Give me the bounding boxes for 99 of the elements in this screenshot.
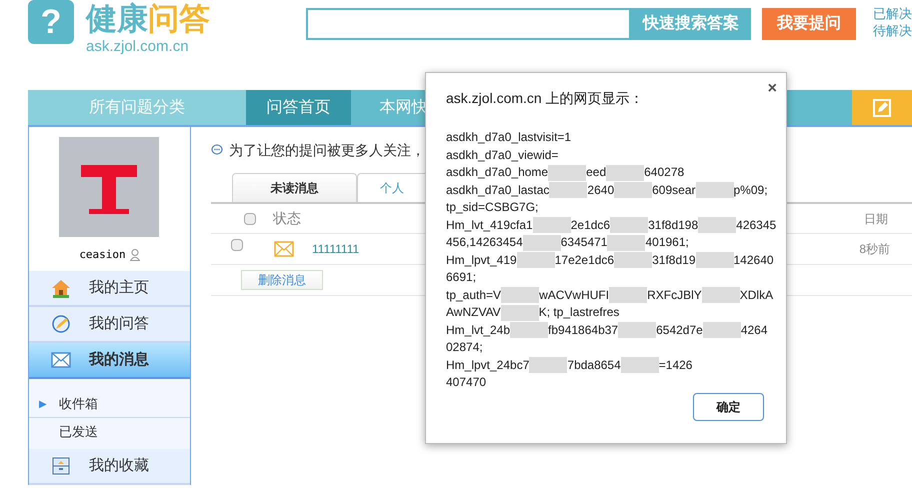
sidebar-label: 我的收藏 xyxy=(89,456,149,476)
close-button[interactable]: × xyxy=(768,81,777,97)
redaction-block xyxy=(696,252,734,268)
checkbox[interactable] xyxy=(244,212,256,224)
message-text: 426345 xyxy=(736,216,776,234)
submenu-item[interactable]: ▶ 收件箱 xyxy=(29,391,190,418)
message-text: 401961; xyxy=(645,234,689,251)
redaction-block xyxy=(614,252,652,268)
redaction-block xyxy=(614,182,652,198)
logo-url: ask.zjol.com.cn xyxy=(86,38,190,56)
message-text: Hm_lvt_419cfa1 xyxy=(446,216,533,234)
redaction-block xyxy=(522,234,561,251)
message-text: 609sear xyxy=(652,182,696,198)
message-text: 6542d7e xyxy=(656,322,703,338)
redaction-block xyxy=(702,287,740,304)
message-text: =1426 xyxy=(658,356,692,374)
ask-button[interactable]: 我要提问 xyxy=(762,8,856,40)
tip-text: 为了让您的提问被更多人关注， xyxy=(229,140,425,160)
redaction-block xyxy=(532,217,571,234)
message-title[interactable]: 11111111 xyxy=(312,240,360,258)
message-text: XDlkA xyxy=(740,286,774,304)
chat-bubble-icon xyxy=(211,144,223,156)
column-header: 日期 xyxy=(864,210,888,228)
redaction-block xyxy=(529,357,568,374)
logo-name: 健康 xyxy=(86,0,148,38)
user-icon xyxy=(130,249,140,261)
message-text: tp_sid=CSBG7G; xyxy=(446,199,538,216)
column-header: 状态 xyxy=(273,209,301,228)
message-text: Hm_lpvt_419 xyxy=(446,252,517,268)
sidebar-item[interactable]: 我的消息 xyxy=(29,343,190,379)
redaction-block xyxy=(516,252,555,268)
message-text: eed xyxy=(586,164,606,181)
redaction-block xyxy=(618,322,656,338)
delete-button[interactable]: 删除消息 xyxy=(241,270,323,290)
username: ceasion xyxy=(79,246,126,263)
logo-mark: ? xyxy=(28,0,74,44)
message-text: 17e2e1dc6 xyxy=(554,252,614,268)
sidebar-item[interactable]: 我的问答 xyxy=(29,307,190,343)
cabinet-icon xyxy=(51,456,71,476)
message-text: RXFcJBlY xyxy=(647,286,702,304)
message-text: 6345471 xyxy=(560,234,608,251)
sidebar-label: 我的主页 xyxy=(89,278,149,298)
envelope-icon xyxy=(51,352,71,368)
message-text: 31f8d198 xyxy=(648,216,698,234)
redaction-block xyxy=(702,322,741,338)
message-text: asdkh_d7a0_viewid= xyxy=(446,146,558,164)
date-cell-text: 8秒前 xyxy=(859,241,890,258)
message-text: tp_auth=V xyxy=(446,286,502,304)
message-text: 142640 xyxy=(734,252,774,268)
status-link[interactable]: 已解决 xyxy=(873,5,912,22)
sidebar-label: 我的消息 xyxy=(89,350,149,370)
checkbox[interactable] xyxy=(231,239,243,251)
message-text: wACVwHUFI xyxy=(539,286,610,304)
redaction-block xyxy=(607,234,646,251)
message-text: 31f8d19 xyxy=(652,252,696,268)
redaction-block xyxy=(609,287,648,304)
pencil-icon xyxy=(51,314,71,334)
redaction-block xyxy=(510,322,548,338)
message-text: 407470 xyxy=(446,374,486,391)
redaction-block xyxy=(501,287,540,304)
message-text: AwNZVAV xyxy=(446,304,501,321)
redaction-block xyxy=(548,164,586,181)
redaction-block xyxy=(620,357,659,374)
message-text: p%09; xyxy=(734,182,768,198)
message-text: 4264 xyxy=(740,322,768,338)
message-text: 456,14263454 xyxy=(446,234,523,251)
house-icon xyxy=(51,278,71,298)
redaction-block xyxy=(549,182,588,198)
envelope-icon xyxy=(274,241,294,257)
message-text: Hm_lvt_24b xyxy=(446,322,510,338)
redaction-block xyxy=(698,217,736,234)
search-button[interactable]: 快速搜索答案 xyxy=(631,8,751,40)
message-text: 640278 xyxy=(644,164,684,181)
message-text: K; tp_lastrefres xyxy=(538,304,620,321)
message-text: 2e1dc6 xyxy=(570,216,610,234)
redaction-block xyxy=(606,164,644,181)
logo-name: 问答 xyxy=(148,0,210,38)
edit-icon xyxy=(873,98,891,116)
current-marker: ▶ xyxy=(39,398,47,410)
ok-button[interactable]: 确定 xyxy=(693,393,764,421)
status-link[interactable]: 待解决 xyxy=(873,22,912,39)
message-text: 7bda8654 xyxy=(567,356,621,374)
nav-tab[interactable]: 问答首页 xyxy=(246,90,351,125)
redaction-block xyxy=(500,304,539,321)
submenu-item[interactable]: 已发送 xyxy=(29,418,190,445)
message-text: fb941864b37 xyxy=(548,322,618,338)
message-text: 6691; xyxy=(446,269,476,286)
sidebar-label: 我的问答 xyxy=(89,314,149,334)
search-field[interactable] xyxy=(306,8,631,40)
sidebar-item[interactable]: 我的主页 xyxy=(29,271,190,307)
message-text: asdkh_d7a0_lastvisit=1 xyxy=(446,129,572,146)
edit-tab[interactable] xyxy=(852,90,912,125)
redaction-block xyxy=(610,217,648,234)
sidebar-item[interactable]: 我的收藏 xyxy=(29,449,190,485)
message-text: Hm_lpvt_24bc7 xyxy=(446,356,530,374)
message-text: 02874; xyxy=(446,339,483,356)
redaction-block xyxy=(696,182,734,198)
message-text: 2640 xyxy=(587,182,614,198)
message-tab[interactable]: 未读消息 xyxy=(232,173,357,202)
